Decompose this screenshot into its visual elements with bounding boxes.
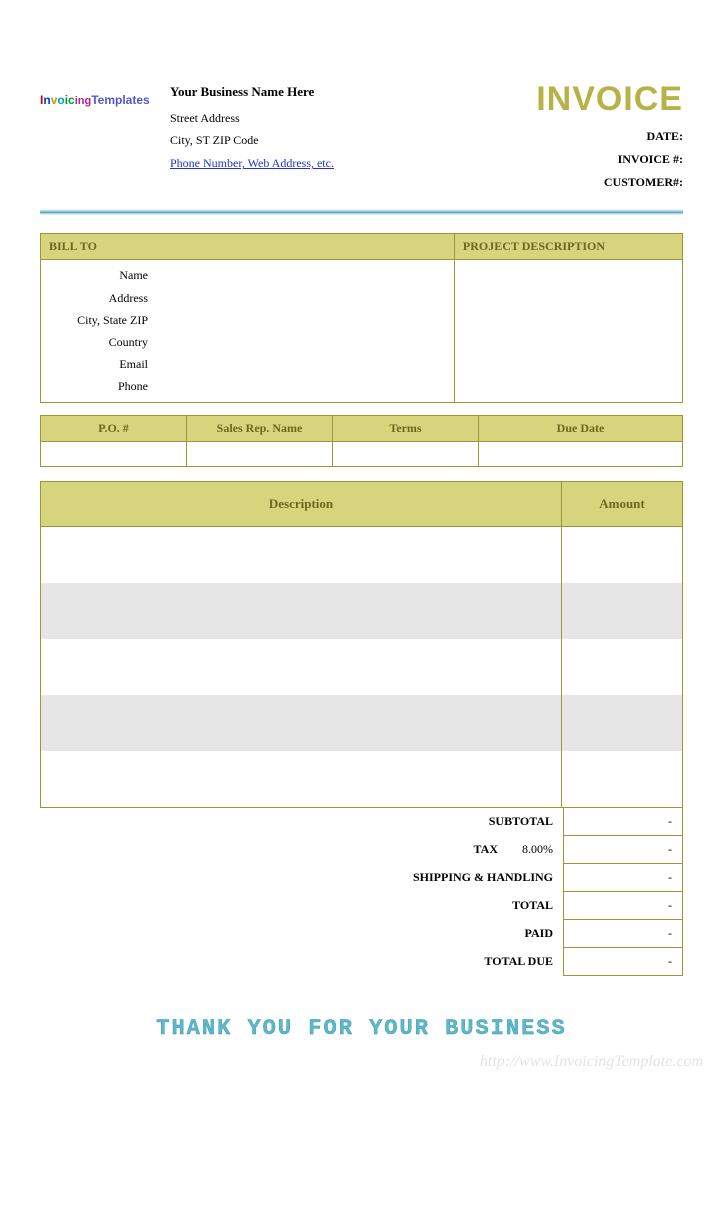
bill-row-name: Name	[41, 264, 454, 286]
shipping-value: -	[563, 863, 683, 892]
project-body	[455, 260, 682, 380]
bill-to-column: BILL TO Name Address City, State ZIP Cou…	[41, 234, 454, 401]
po-cell-terms: Terms	[333, 416, 479, 466]
bill-to-heading: BILL TO	[41, 234, 454, 260]
due-value: -	[563, 947, 683, 976]
total-row-tax: TAX 8.00% -	[40, 835, 683, 864]
tax-value: -	[563, 835, 683, 864]
bill-label-address: Address	[41, 287, 156, 309]
business-city: City, ST ZIP Code	[170, 129, 334, 152]
po-head-number: P.O. #	[41, 416, 186, 442]
total-row-due: TOTAL DUE -	[40, 947, 683, 976]
po-val-terms	[333, 442, 478, 466]
business-street: Street Address	[170, 107, 334, 130]
item-amount	[562, 583, 682, 639]
po-cell-number: P.O. #	[41, 416, 187, 466]
bill-label-country: Country	[41, 331, 156, 353]
project-heading: PROJECT DESCRIPTION	[455, 234, 682, 260]
paid-label: PAID	[40, 920, 563, 947]
item-desc	[41, 583, 562, 639]
invoice-title: INVOICE	[536, 80, 683, 119]
bill-row-city: City, State ZIP	[41, 309, 454, 331]
po-val-due	[479, 442, 682, 466]
item-row	[41, 695, 682, 751]
header-right: INVOICE DATE: INVOICE #: CUSTOMER#:	[536, 80, 683, 193]
po-row: P.O. # Sales Rep. Name Terms Due Date	[40, 415, 683, 467]
logo: InvoicingTemplates	[40, 80, 160, 193]
item-desc	[41, 639, 562, 695]
bill-to-rows: Name Address City, State ZIP Country Ema…	[41, 260, 454, 401]
bill-project-section: BILL TO Name Address City, State ZIP Cou…	[40, 233, 683, 402]
item-amount	[562, 695, 682, 751]
total-row-subtotal: SUBTOTAL -	[40, 807, 683, 836]
po-head-terms: Terms	[333, 416, 478, 442]
total-label: TOTAL	[40, 892, 563, 919]
paid-value: -	[563, 919, 683, 948]
item-row	[41, 639, 682, 695]
bill-label-name: Name	[41, 264, 156, 286]
meta-invoice-no-label: INVOICE #:	[536, 148, 683, 171]
item-desc	[41, 695, 562, 751]
po-cell-rep: Sales Rep. Name	[187, 416, 333, 466]
item-amount	[562, 639, 682, 695]
item-desc	[41, 527, 562, 583]
items-table: Description Amount	[40, 481, 683, 808]
bill-label-city: City, State ZIP	[41, 309, 156, 331]
totals-section: SUBTOTAL - TAX 8.00% - SHIPPING & HANDLIN…	[40, 807, 683, 976]
total-value: -	[563, 891, 683, 920]
business-block: Your Business Name Here Street Address C…	[170, 80, 334, 193]
item-row	[41, 527, 682, 583]
meta-date-label: DATE:	[536, 125, 683, 148]
bill-row-address: Address	[41, 287, 454, 309]
items-header-amount: Amount	[562, 482, 682, 526]
items-header-description: Description	[41, 482, 562, 526]
tax-label-text: TAX	[474, 842, 498, 856]
business-name: Your Business Name Here	[170, 80, 334, 105]
watermark: http://www.InvoicingTemplate.com	[480, 1053, 703, 1071]
items-header: Description Amount	[41, 482, 682, 527]
bill-label-phone: Phone	[41, 375, 156, 397]
subtotal-value: -	[563, 807, 683, 836]
tax-rate: 8.00%	[522, 842, 553, 856]
po-val-rep	[187, 442, 332, 466]
po-head-due: Due Date	[479, 416, 682, 442]
bill-row-phone: Phone	[41, 375, 454, 397]
tax-label: TAX 8.00%	[40, 836, 563, 863]
item-row	[41, 751, 682, 807]
separator	[40, 209, 683, 215]
po-head-rep: Sales Rep. Name	[187, 416, 332, 442]
total-row-shipping: SHIPPING & HANDLING -	[40, 863, 683, 892]
item-amount	[562, 751, 682, 807]
item-row	[41, 583, 682, 639]
total-row-total: TOTAL -	[40, 891, 683, 920]
bill-label-email: Email	[41, 353, 156, 375]
project-column: PROJECT DESCRIPTION	[454, 234, 682, 401]
invoice-page: InvoicingTemplates Your Business Name He…	[0, 0, 723, 1081]
due-label: TOTAL DUE	[40, 948, 563, 975]
thank-you-message: THANK YOU FOR YOUR BUSINESS	[40, 1016, 683, 1041]
header-left: InvoicingTemplates Your Business Name He…	[40, 80, 334, 193]
business-contact-link[interactable]: Phone Number, Web Address, etc.	[170, 152, 334, 175]
shipping-label: SHIPPING & HANDLING	[40, 864, 563, 891]
header: InvoicingTemplates Your Business Name He…	[40, 80, 683, 193]
total-row-paid: PAID -	[40, 919, 683, 948]
item-amount	[562, 527, 682, 583]
item-desc	[41, 751, 562, 807]
bill-row-email: Email	[41, 353, 454, 375]
meta-customer-no-label: CUSTOMER#:	[536, 171, 683, 194]
bill-row-country: Country	[41, 331, 454, 353]
subtotal-label: SUBTOTAL	[40, 808, 563, 835]
items-body	[41, 527, 682, 807]
po-cell-due: Due Date	[479, 416, 682, 466]
po-val-number	[41, 442, 186, 466]
